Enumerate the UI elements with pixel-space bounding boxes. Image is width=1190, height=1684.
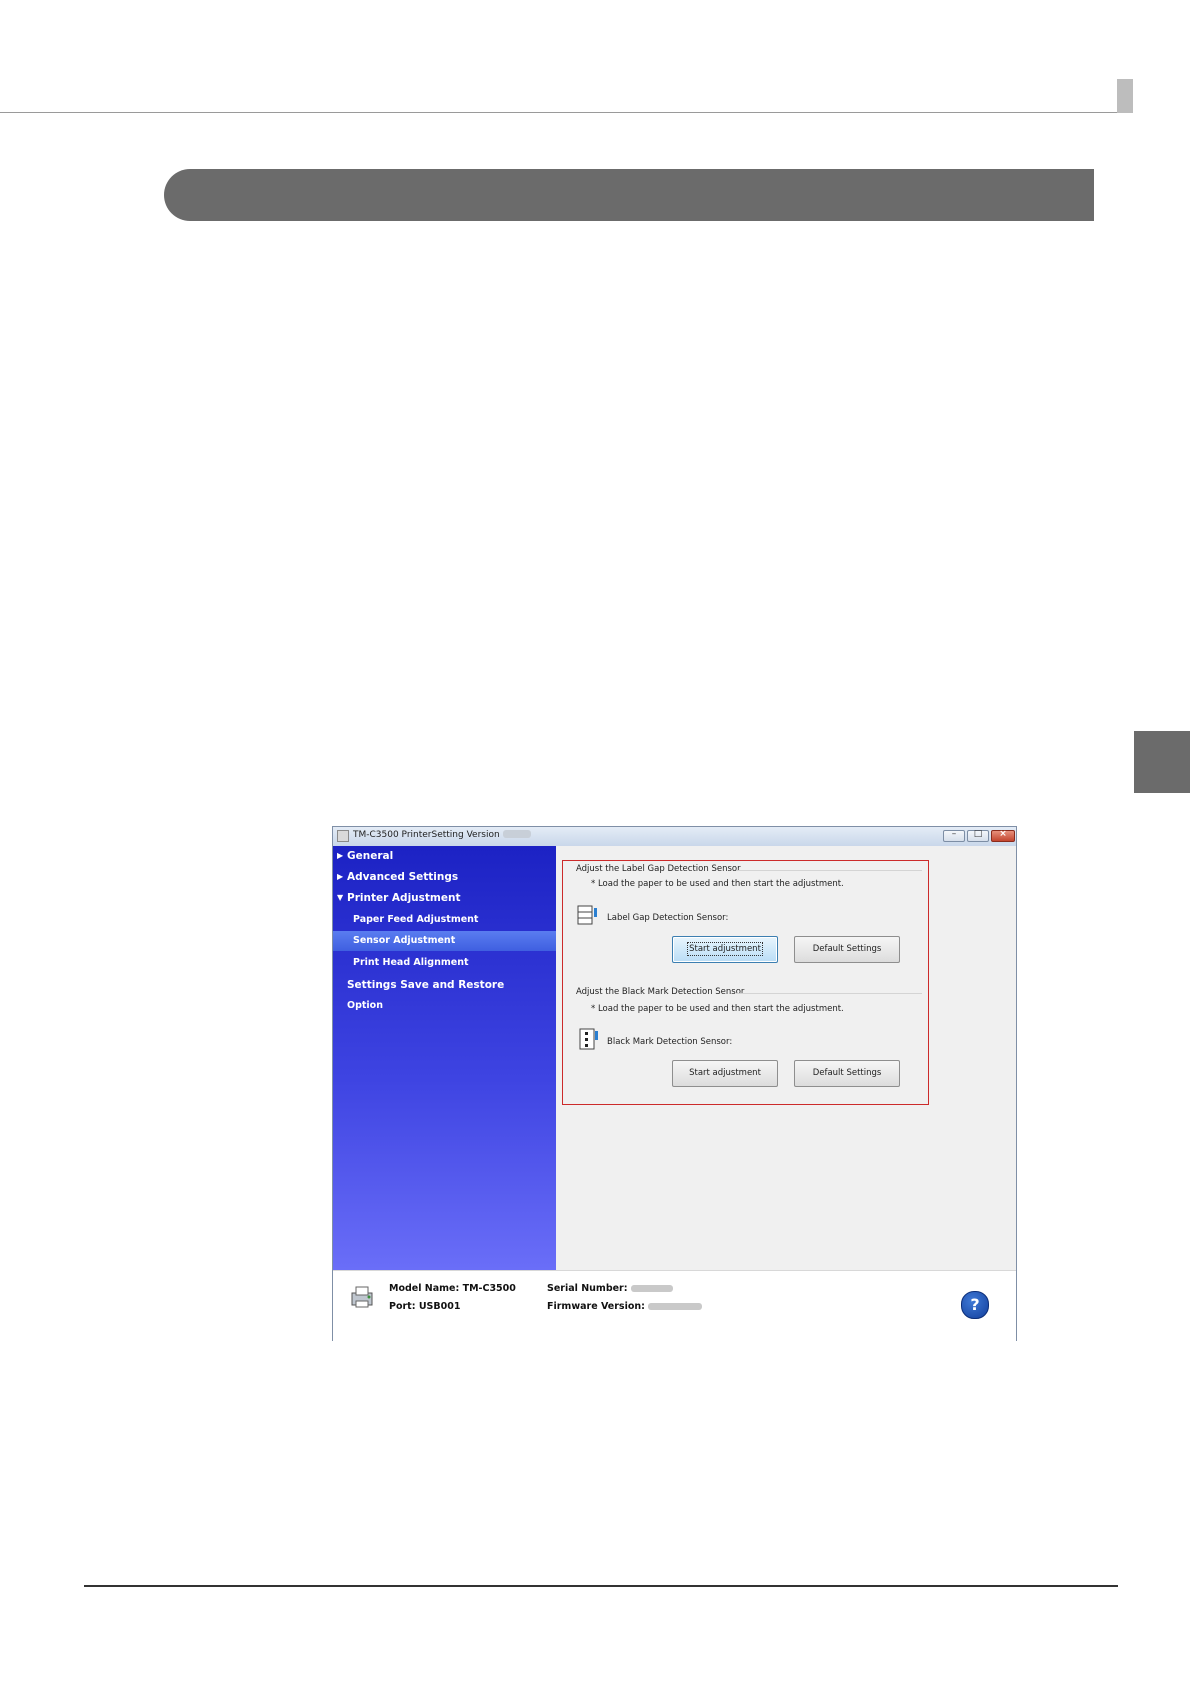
sidebar: ▶ General ▶ Advanced Settings ▼ Printer … (333, 846, 556, 1270)
status-footer: Model Name: TM-C3500 Port: USB001 Serial… (333, 1270, 1016, 1341)
sidebar-item-sensor-adjustment[interactable]: Sensor Adjustment (333, 931, 556, 951)
sidebar-item-settings-save-restore[interactable]: Settings Save and Restore (333, 975, 556, 995)
help-icon[interactable]: ? (961, 1291, 989, 1319)
port: Port: USB001 (389, 1301, 461, 1312)
printer-setting-window: TM-C3500 PrinterSetting Version – □ × ▶ … (332, 826, 1017, 1341)
sidebar-item-label: Print Head Alignment (353, 957, 469, 968)
footer-rule (84, 1585, 1118, 1587)
sidebar-item-label: Paper Feed Adjustment (353, 914, 479, 925)
section-title-band (164, 169, 1094, 221)
minimize-button[interactable]: – (943, 829, 965, 842)
sidebar-item-label: General (347, 850, 394, 862)
sidebar-item-label: Advanced Settings (347, 871, 459, 883)
firmware-version-label: Firmware Version: (547, 1301, 645, 1312)
sidebar-item-printer-adjustment[interactable]: ▼ Printer Adjustment (333, 888, 556, 908)
chapter-side-tab (1134, 731, 1190, 793)
header-rule (0, 112, 1133, 113)
label-gap-start-adjustment-button[interactable]: Start adjustment (672, 936, 778, 963)
label-gap-note: * Load the paper to be used and then sta… (591, 879, 844, 889)
close-icon: × (999, 829, 1007, 839)
button-label: Start adjustment (689, 1068, 761, 1078)
window-title: TM-C3500 PrinterSetting Version (353, 830, 531, 840)
serial-number-label: Serial Number: (547, 1283, 628, 1294)
maximize-button[interactable]: □ (967, 829, 989, 842)
sidebar-item-print-head-alignment[interactable]: Print Head Alignment (333, 953, 556, 973)
sidebar-item-label: Option (347, 1000, 383, 1011)
sidebar-item-advanced-settings[interactable]: ▶ Advanced Settings (333, 867, 556, 887)
sidebar-item-paper-feed-adjustment[interactable]: Paper Feed Adjustment (333, 910, 556, 930)
black-mark-sensor-icon (579, 1028, 598, 1050)
serial-number: Serial Number: (547, 1283, 673, 1294)
app-icon (337, 830, 349, 842)
black-mark-start-adjustment-button[interactable]: Start adjustment (672, 1060, 778, 1087)
maximize-icon: □ (973, 829, 983, 839)
label-gap-sensor-label: Label Gap Detection Sensor: (607, 913, 729, 923)
blurred-firmware (648, 1303, 703, 1310)
printer-icon (351, 1286, 373, 1308)
chevron-right-icon: ▶ (337, 872, 344, 881)
minimize-icon: – (951, 829, 957, 839)
model-name: Model Name: TM-C3500 (389, 1283, 516, 1294)
button-label: Default Settings (812, 944, 882, 954)
header-tab-marker (1117, 79, 1133, 113)
chevron-down-icon: ▼ (337, 893, 344, 902)
label-gap-group-title: Adjust the Label Gap Detection Sensor (576, 864, 741, 874)
black-mark-sensor-label: Black Mark Detection Sensor: (607, 1037, 733, 1047)
group-divider (736, 870, 922, 871)
sidebar-item-label: Settings Save and Restore (347, 979, 505, 991)
chevron-right-icon: ▶ (337, 851, 344, 860)
label-gap-default-settings-button[interactable]: Default Settings (794, 936, 900, 963)
close-button[interactable]: × (991, 829, 1015, 842)
blurred-serial (630, 1285, 673, 1292)
group-divider (736, 993, 922, 994)
window-titlebar: TM-C3500 PrinterSetting Version – □ × (333, 827, 1016, 847)
sidebar-item-general[interactable]: ▶ General (333, 846, 556, 866)
black-mark-default-settings-button[interactable]: Default Settings (794, 1060, 900, 1087)
sidebar-item-option[interactable]: Option (333, 996, 556, 1016)
button-label: Start adjustment (687, 942, 763, 956)
black-mark-group-title: Adjust the Black Mark Detection Sensor (576, 987, 745, 997)
button-label: Default Settings (812, 1068, 882, 1078)
firmware-version: Firmware Version: (547, 1301, 703, 1312)
main-content: Adjust the Label Gap Detection Sensor * … (556, 846, 1016, 1270)
black-mark-note: * Load the paper to be used and then sta… (591, 1004, 844, 1014)
blurred-version (502, 830, 531, 838)
label-gap-sensor-icon (577, 905, 597, 925)
sidebar-item-label: Sensor Adjustment (353, 935, 456, 946)
sidebar-item-label: Printer Adjustment (347, 892, 461, 904)
